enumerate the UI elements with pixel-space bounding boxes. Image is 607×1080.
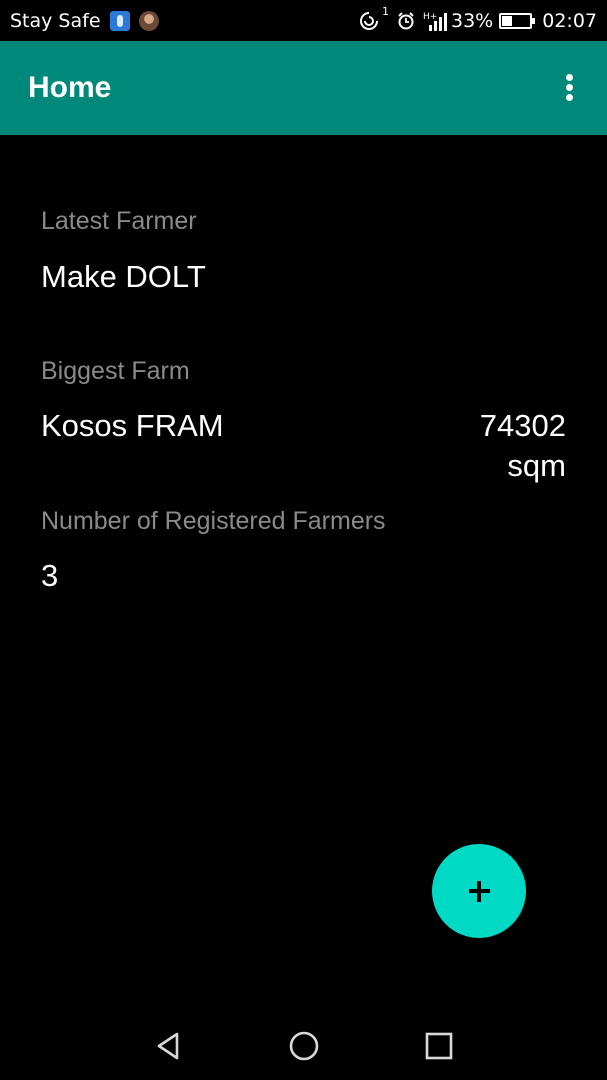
farm-size-unit: sqm <box>507 448 566 483</box>
biggest-farm-size: 74302 sqm <box>426 406 566 486</box>
battery-icon <box>499 12 536 29</box>
signal-icon: H+ <box>423 12 447 31</box>
battery-fill <box>502 15 512 26</box>
network-type: H+ <box>423 12 437 22</box>
sync-count: 1 <box>382 5 389 18</box>
menu-dot <box>566 74 573 81</box>
home-icon[interactable] <box>288 1030 320 1062</box>
usb-icon <box>109 10 130 31</box>
biggest-farm-name: Kosos FRAM <box>41 408 224 443</box>
latest-farmer-value: Make DOLT <box>41 259 206 294</box>
page-title: Home <box>28 71 112 104</box>
avatar <box>138 10 159 31</box>
farm-size-number: 74302 <box>479 408 566 443</box>
status-left: Stay Safe <box>10 0 159 41</box>
system-nav-bar <box>0 1010 607 1080</box>
sync-icon <box>360 11 378 30</box>
more-vert-icon[interactable] <box>557 72 581 104</box>
add-button[interactable] <box>432 844 526 938</box>
alarm-icon <box>398 11 414 29</box>
menu-dot <box>566 84 573 91</box>
clock: 02:07 <box>542 9 597 32</box>
status-bar: Stay Safe 1 H+ 33% 02:07 <box>0 0 607 41</box>
carrier-text: Stay Safe <box>10 9 101 32</box>
status-right: 1 H+ 33% 02:07 <box>358 0 597 41</box>
biggest-farm-label: Biggest Farm <box>41 357 190 385</box>
menu-dot <box>566 94 573 101</box>
recents-icon[interactable] <box>423 1030 455 1062</box>
registered-farmers-count: 3 <box>41 558 59 593</box>
latest-farmer-label: Latest Farmer <box>41 207 197 235</box>
back-icon[interactable] <box>153 1030 185 1062</box>
app-screen: Stay Safe 1 H+ 33% 02:07 Home Latest Far… <box>0 0 607 1080</box>
app-bar: Home <box>0 41 607 135</box>
battery-percent: 33% <box>451 9 494 32</box>
registered-farmers-label: Number of Registered Farmers <box>41 507 386 535</box>
